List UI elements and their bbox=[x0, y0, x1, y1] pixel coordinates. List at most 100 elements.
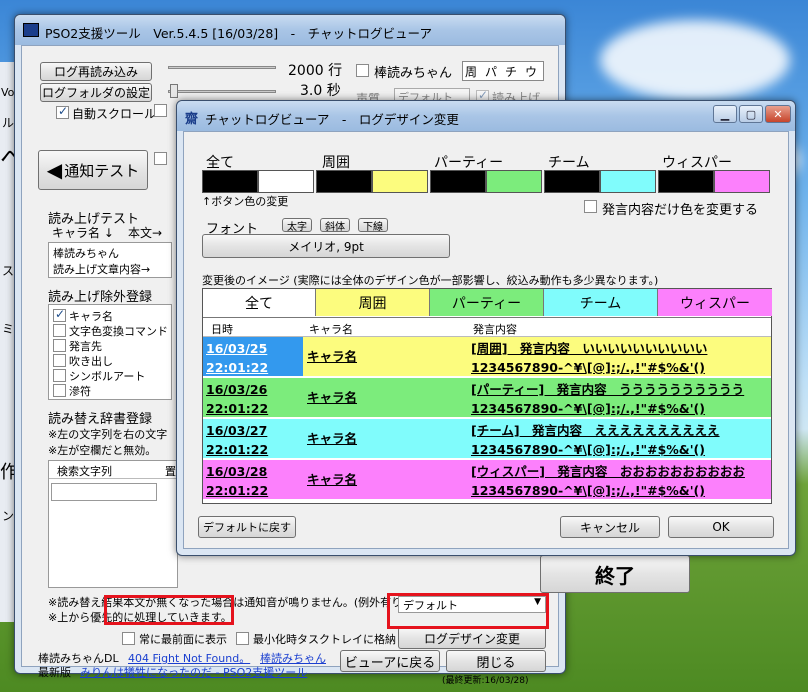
exclude-checkbox[interactable] bbox=[53, 369, 66, 382]
footer-link2[interactable]: みりんは犠牲になったのだ - PSO2支援ツール bbox=[80, 664, 307, 680]
exclude-label: 吹き出し bbox=[69, 355, 113, 368]
option-checkbox[interactable] bbox=[154, 104, 167, 117]
read-body-value[interactable]: 読み上げ文章内容→ bbox=[53, 261, 150, 277]
font-select-button[interactable]: メイリオ, 9pt bbox=[202, 234, 450, 258]
row-time: 22:01:22 bbox=[206, 483, 269, 498]
edge-label: ス bbox=[2, 264, 15, 278]
row-line1: [周囲] 発言内容 いいいいいいいいいい bbox=[471, 341, 708, 356]
preview-tab-whisper[interactable]: ウィスパー bbox=[658, 289, 772, 316]
read-test-table: 棒読みちゃん 読み上げ文章内容→ bbox=[48, 242, 172, 278]
preview-table-header: 日時 キャラ名 発言内容 bbox=[203, 317, 771, 337]
close-main-button[interactable]: 閉じる bbox=[446, 650, 546, 672]
row-date: 16/03/25 bbox=[206, 341, 268, 356]
exclude-checkbox[interactable] bbox=[53, 307, 66, 322]
bouyomi-checkbox[interactable] bbox=[356, 64, 369, 77]
party-fg-swatch[interactable] bbox=[486, 170, 542, 193]
dict-col2: 置 bbox=[165, 465, 176, 478]
bold-button[interactable]: 太字 bbox=[282, 218, 312, 233]
line-count-value: 2000 行 bbox=[288, 63, 343, 79]
preview-tab-all[interactable]: 全て bbox=[203, 289, 316, 316]
tab-party[interactable]: パ bbox=[485, 63, 497, 80]
channel-tabs: 周 パ チ ウ bbox=[462, 61, 544, 81]
dialog-client: 全て 周囲 パーティー チーム ウィスパー ↑ボタン色の変更 発言内容だけ色を変… bbox=[183, 131, 789, 549]
exclude-checkbox[interactable] bbox=[53, 324, 66, 337]
all-bg-swatch[interactable] bbox=[202, 170, 258, 193]
seconds-value: 3.0 秒 bbox=[300, 83, 341, 99]
exclude-label: 文字色変換コマンド bbox=[69, 325, 168, 338]
main-title-bar[interactable]: PSO2支援ツール Ver.5.4.5 [16/03/28] - チャットログビ… bbox=[15, 15, 565, 45]
dict-header: 読み替え辞書登録 bbox=[48, 412, 153, 427]
dialog-title: チャットログビューア - ログデザイン変更 bbox=[205, 112, 459, 127]
preview-tab-team[interactable]: チーム bbox=[544, 289, 658, 316]
maximize-icon[interactable]: ▢ bbox=[739, 105, 763, 123]
back-to-viewer-button[interactable]: ビューアに戻る bbox=[340, 650, 440, 672]
only-text-color-checkbox[interactable] bbox=[584, 200, 597, 213]
exclude-checkbox[interactable] bbox=[53, 384, 66, 397]
table-row[interactable]: 16/03/26 22:01:22 キャラ名 [パーティー] 発言内容 ううううう… bbox=[203, 378, 771, 418]
table-row[interactable]: 16/03/25 22:01:22 キャラ名 [周囲] 発言内容 いいいいいいいい… bbox=[203, 337, 771, 377]
end-button[interactable]: 終了 bbox=[540, 555, 690, 593]
whisper-bg-swatch[interactable] bbox=[658, 170, 714, 193]
dialog-title-bar[interactable]: 齋 チャットログビューア - ログデザイン変更 ▁ ▢ ✕ bbox=[177, 101, 795, 131]
category-whisper: ウィスパー bbox=[662, 155, 732, 171]
speaker-icon: ◀ bbox=[46, 158, 63, 182]
col-char-name: キャラ名 bbox=[309, 323, 353, 336]
close-icon[interactable]: ✕ bbox=[765, 105, 791, 123]
highlight-always-top bbox=[104, 595, 234, 625]
slider-thumb[interactable] bbox=[170, 84, 178, 98]
category-team: チーム bbox=[548, 155, 590, 171]
line-count-slider[interactable] bbox=[168, 66, 276, 69]
row-time: 22:01:22 bbox=[206, 360, 269, 375]
preview-label: 変更後のイメージ (実際には全体のデザイン色が一部影響し、絞込み動作も多少異なり… bbox=[202, 274, 659, 287]
row-name: キャラ名 bbox=[307, 431, 358, 446]
dict-note2: ※左が空欄だと無効。 bbox=[48, 444, 157, 457]
interval-slider[interactable] bbox=[168, 90, 276, 93]
tray-checkbox[interactable] bbox=[236, 632, 249, 645]
minimize-icon[interactable]: ▁ bbox=[713, 105, 737, 123]
exclude-checkbox[interactable] bbox=[53, 339, 66, 352]
tab-whisper[interactable]: ウ bbox=[525, 63, 537, 80]
ok-button[interactable]: OK bbox=[668, 516, 774, 538]
surroundings-fg-swatch[interactable] bbox=[372, 170, 428, 193]
footer-label2: 最新版 bbox=[38, 666, 71, 679]
bouyomi-label: 棒読みちゃん bbox=[374, 66, 453, 81]
team-fg-swatch[interactable] bbox=[600, 170, 656, 193]
preview-tab-surroundings[interactable]: 周囲 bbox=[316, 289, 430, 316]
notify-test-button[interactable]: ◀ 通知テスト bbox=[38, 150, 148, 190]
char-name-col: キャラ名 ↓ bbox=[52, 226, 114, 240]
cancel-button[interactable]: キャンセル bbox=[560, 516, 660, 538]
highlight-log-design bbox=[387, 593, 549, 629]
preview-tab-party[interactable]: パーティー bbox=[430, 289, 544, 316]
row-line1: [ウィスパー] 発言内容 おおおおおおおおおお bbox=[471, 464, 745, 479]
edge-label: ミ bbox=[2, 322, 15, 336]
exclude-label: 滲符 bbox=[69, 385, 91, 398]
reload-log-button[interactable]: ログ再読み込み bbox=[40, 62, 152, 81]
whisper-fg-swatch[interactable] bbox=[714, 170, 770, 193]
always-top-checkbox[interactable] bbox=[122, 632, 135, 645]
team-bg-swatch[interactable] bbox=[544, 170, 600, 193]
table-row[interactable]: 16/03/28 22:01:22 キャラ名 [ウィスパー] 発言内容 おおおおお… bbox=[203, 460, 771, 500]
tab-surroundings[interactable]: 周 bbox=[465, 63, 477, 80]
all-fg-swatch[interactable] bbox=[258, 170, 314, 193]
category-surroundings: 周囲 bbox=[322, 155, 350, 171]
edge-label: ル bbox=[2, 116, 15, 130]
option-checkbox[interactable] bbox=[154, 152, 167, 165]
party-bg-swatch[interactable] bbox=[430, 170, 486, 193]
tab-team[interactable]: チ bbox=[505, 63, 517, 80]
auto-scroll-checkbox[interactable] bbox=[56, 104, 69, 119]
underline-button[interactable]: 下線 bbox=[358, 218, 388, 233]
surroundings-bg-swatch[interactable] bbox=[316, 170, 372, 193]
dict-input[interactable] bbox=[51, 483, 157, 501]
read-char-value[interactable]: 棒読みちゃん bbox=[53, 245, 119, 261]
dialog-icon: 齋 bbox=[185, 112, 199, 127]
restore-default-button[interactable]: デフォルトに戻す bbox=[198, 516, 296, 538]
log-design-button[interactable]: ログデザイン変更 bbox=[398, 627, 546, 649]
row-date: 16/03/27 bbox=[206, 423, 268, 438]
table-row[interactable]: 16/03/27 22:01:22 キャラ名 [チーム] 発言内容 えええええええ… bbox=[203, 419, 771, 459]
log-folder-button[interactable]: ログフォルダの設定 bbox=[40, 83, 152, 102]
exclude-checkbox[interactable] bbox=[53, 354, 66, 367]
italic-button[interactable]: 斜体 bbox=[320, 218, 350, 233]
exclude-label: シンボルアート bbox=[69, 370, 146, 383]
cloud bbox=[600, 20, 790, 100]
row-line1: [チーム] 発言内容 ええええええええええ bbox=[471, 423, 720, 438]
